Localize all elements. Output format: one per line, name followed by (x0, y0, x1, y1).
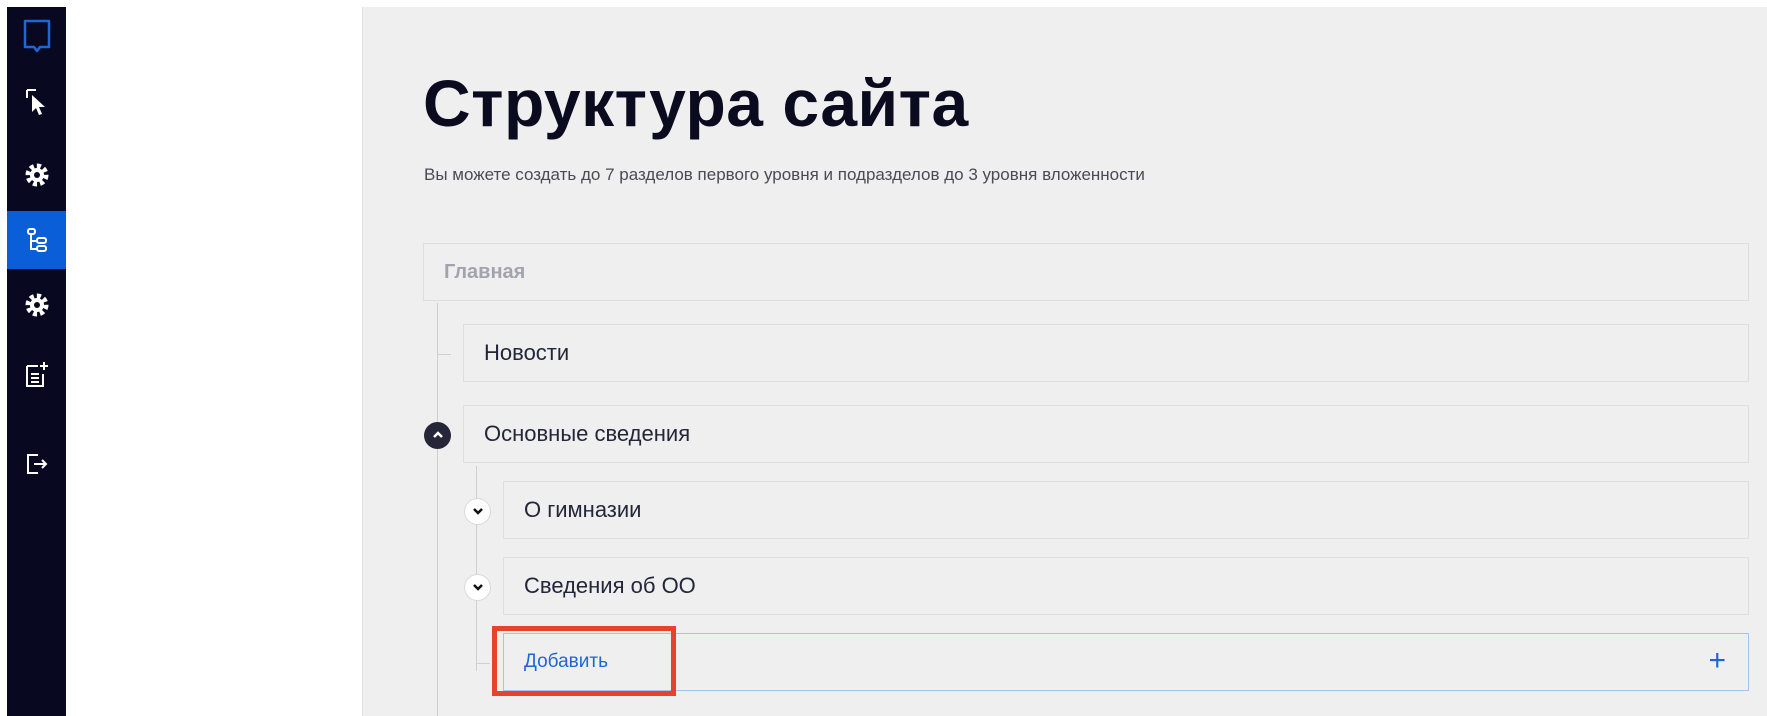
sidebar-item-settings[interactable] (7, 146, 66, 204)
expand-toggle[interactable] (464, 574, 491, 601)
sidebar-item-settings-2[interactable] (7, 276, 66, 334)
tree-item-label: Сведения об ОО (524, 573, 696, 598)
tree-item-oo-info[interactable]: Сведения об ОО (503, 557, 1749, 615)
chevron-up-icon (432, 427, 444, 445)
bookmark-icon (22, 19, 52, 53)
tree-item-label: Новости (484, 340, 570, 365)
sidebar-item-structure[interactable] (7, 211, 66, 269)
logout-icon (25, 452, 49, 476)
expand-toggle[interactable] (464, 498, 491, 525)
plus-icon[interactable]: + (1708, 646, 1726, 676)
page-title: Структура сайта (423, 66, 969, 140)
add-section-row[interactable]: Добавить + (503, 633, 1749, 691)
sidebar-item-logo[interactable] (7, 7, 66, 65)
gear-icon (24, 162, 50, 188)
tree-item-about-gymnasium[interactable]: О гимназии (503, 481, 1749, 539)
tree-connector (476, 663, 490, 664)
sidebar (7, 7, 66, 716)
tree-item-label: Главная (444, 260, 526, 283)
add-section-button[interactable]: Добавить (504, 651, 608, 673)
sidebar-item-select[interactable] (7, 73, 66, 131)
cursor-select-icon (25, 88, 49, 116)
sidebar-item-logout[interactable] (7, 435, 66, 493)
tree-item-root[interactable]: Главная (423, 243, 1749, 301)
page-subtitle: Вы можете создать до 7 разделов первого … (424, 165, 1145, 184)
tree-item-label: О гимназии (524, 497, 642, 522)
tree-connector (437, 303, 438, 716)
tree-item-basic-info[interactable]: Основные сведения (463, 405, 1749, 463)
chevron-down-icon (472, 503, 484, 521)
main-content: Структура сайта Вы можете создать до 7 р… (362, 7, 1767, 716)
site-tree-icon (26, 227, 48, 253)
tree-item-label: Основные сведения (484, 421, 691, 446)
sidebar-item-add-page[interactable] (7, 345, 66, 403)
tree-connector (476, 466, 477, 671)
collapse-toggle[interactable] (424, 422, 451, 449)
chevron-down-icon (472, 579, 484, 597)
add-document-icon (24, 360, 50, 388)
tree-item-news[interactable]: Новости (463, 324, 1749, 382)
tree-connector (437, 354, 451, 355)
gear-icon (24, 292, 50, 318)
